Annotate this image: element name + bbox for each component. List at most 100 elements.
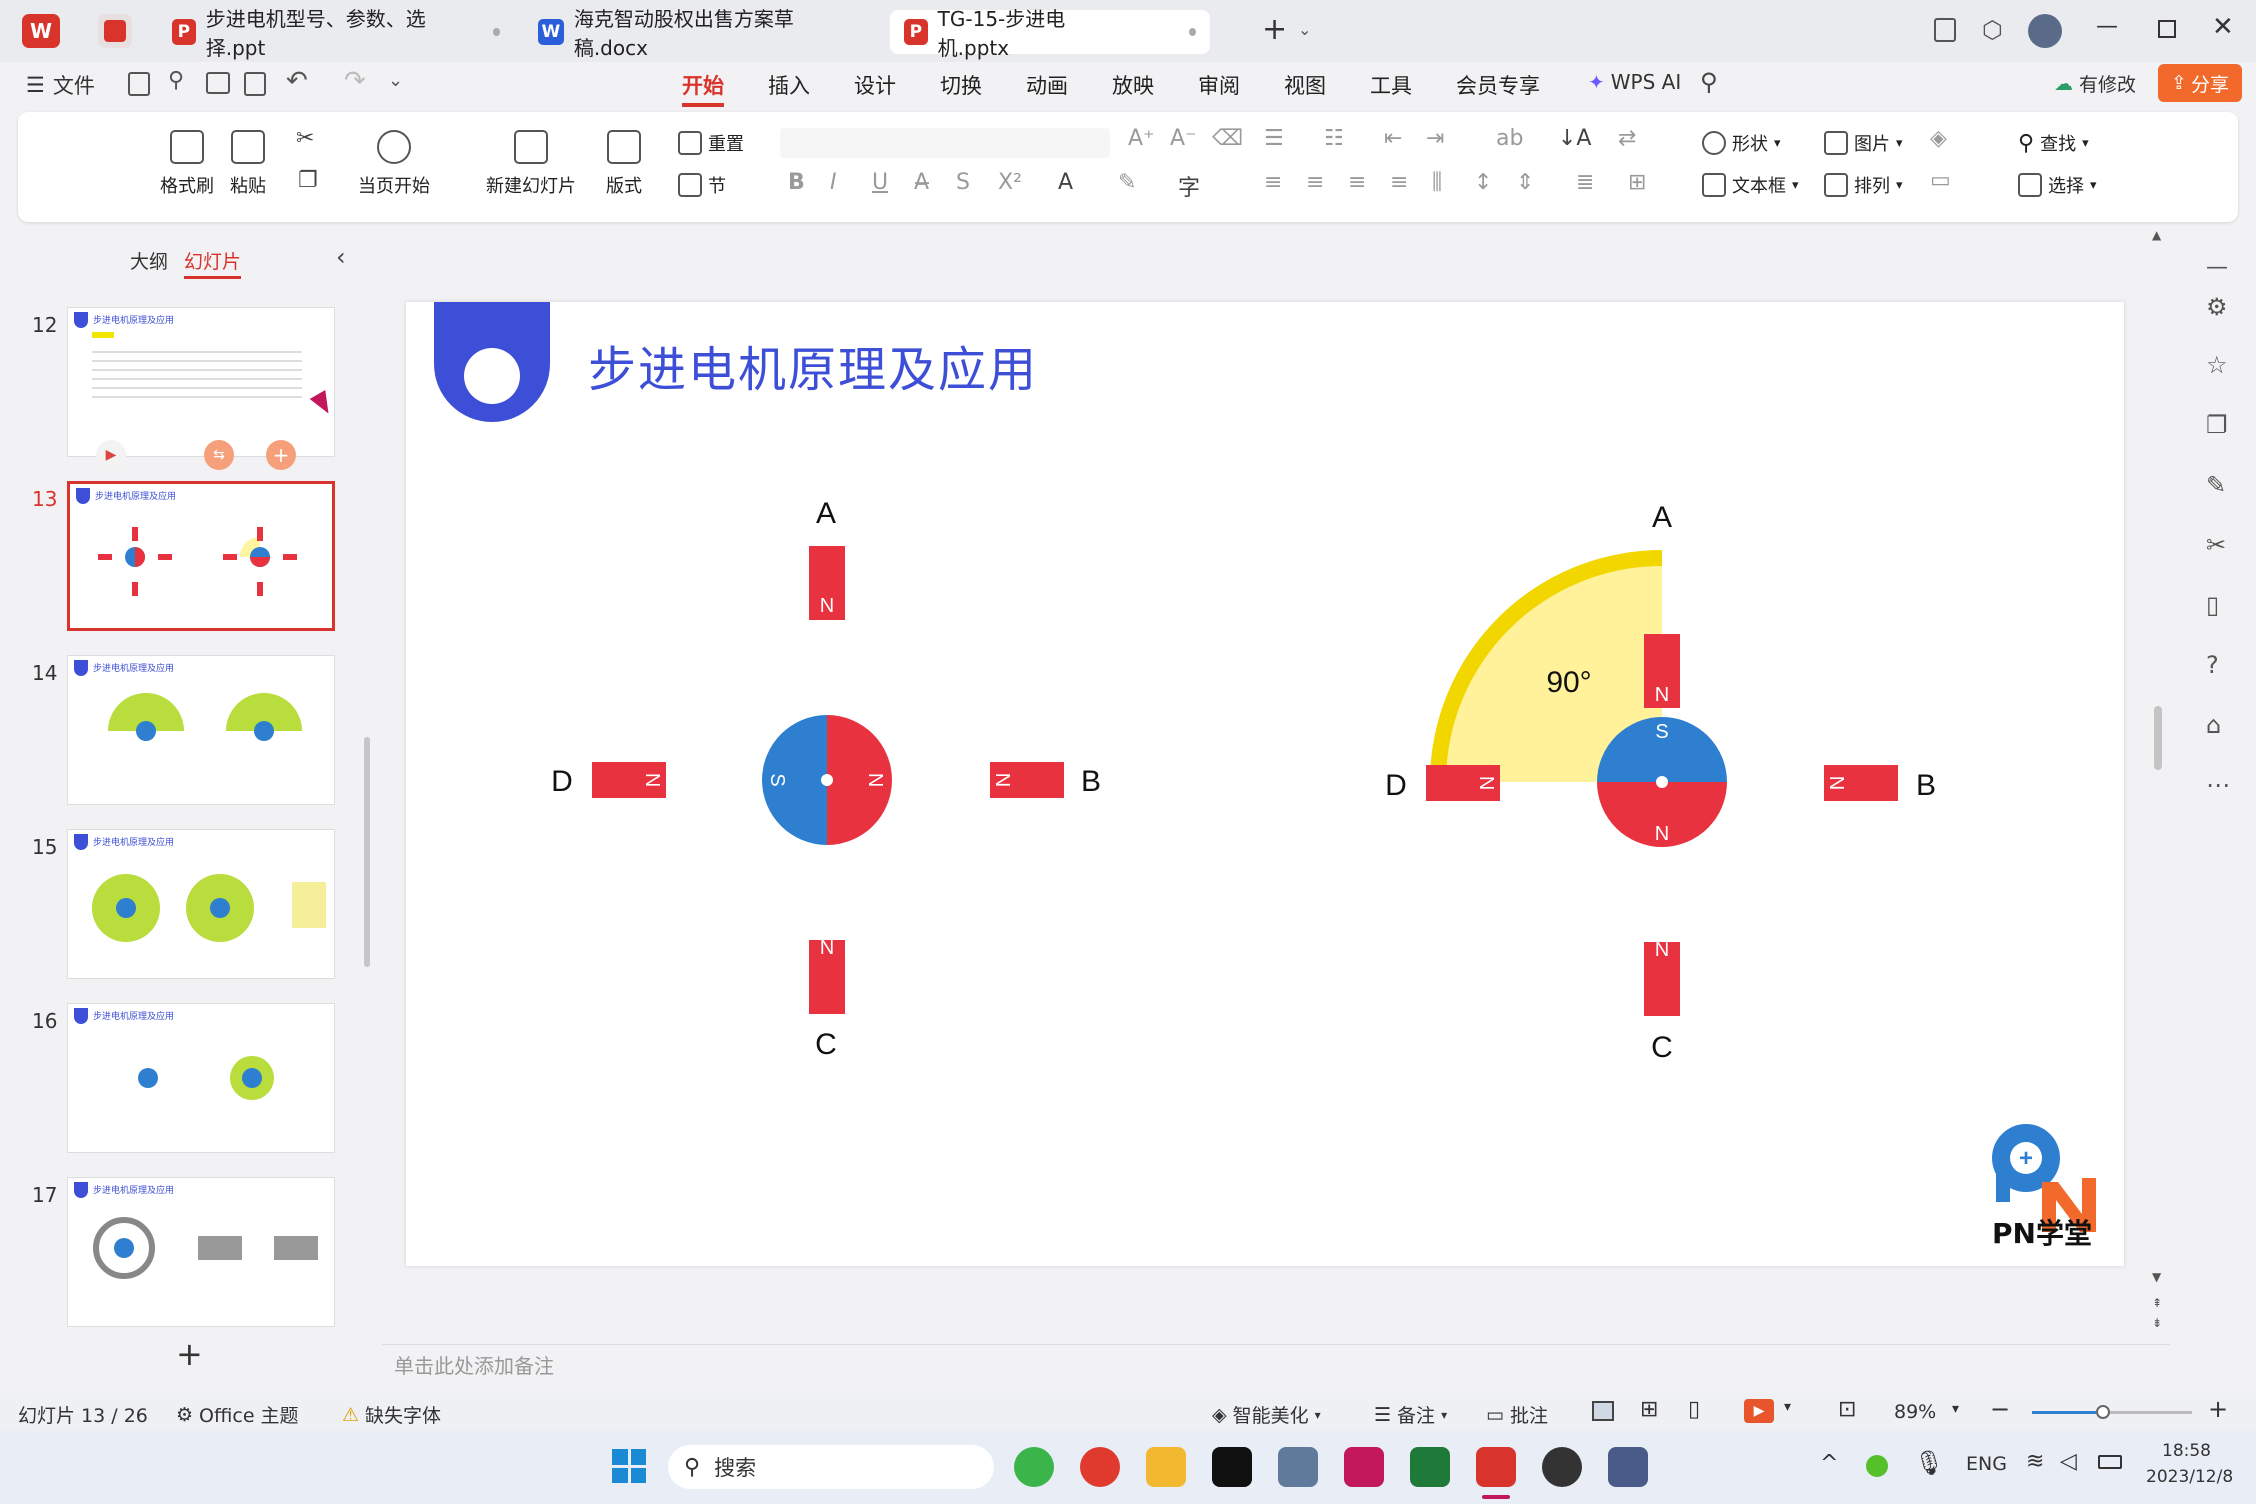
pdf-app-icon[interactable] — [98, 14, 132, 48]
wps-taskbar-icon[interactable] — [1476, 1447, 1516, 1487]
phonetic-icon[interactable]: 字 — [1178, 170, 1200, 202]
wps-ai-button[interactable]: ✦ WPS AI — [1588, 70, 1681, 94]
add-slide-button[interactable]: + — [176, 1335, 203, 1373]
capcut-icon[interactable] — [1212, 1447, 1252, 1487]
slides-tab[interactable]: 幻灯片 — [184, 247, 242, 279]
text-direction-icon[interactable]: ab — [1496, 126, 1523, 151]
redo-icon[interactable]: ↷ — [344, 66, 366, 96]
beautify-button[interactable]: ◈ 智能美化 ▾ — [1212, 1401, 1321, 1428]
tray-app-icon[interactable] — [1866, 1455, 1888, 1477]
thumbnail-slide-13[interactable]: 步进电机原理及应用 — [67, 481, 335, 631]
tab-ppt-params[interactable]: P 步进电机型号、参数、选择.ppt — [158, 7, 514, 60]
pen-icon[interactable]: ✎ — [2206, 471, 2226, 499]
next-slide-icon[interactable]: ⇟ — [2152, 1316, 2162, 1330]
scissors-icon[interactable]: ✂ — [296, 126, 314, 151]
menu-animation[interactable]: 动画 — [1026, 70, 1068, 100]
menu-transition[interactable]: 切换 — [940, 70, 982, 100]
more-chevron-icon[interactable]: ⌄ — [388, 70, 403, 91]
sort-icon[interactable]: ↓A — [1558, 126, 1591, 151]
numbered-list-icon[interactable]: ☷ — [1324, 126, 1344, 151]
tab-docx[interactable]: W 海克智动股权出售方案草稿.docx — [524, 7, 880, 60]
adjust-icon[interactable]: ⚙ — [2206, 293, 2228, 321]
font-color-icon[interactable]: A — [1058, 170, 1073, 195]
add-slide-icon[interactable]: + — [266, 440, 296, 470]
microphone-icon[interactable]: 🎙 — [1914, 1449, 1944, 1477]
app-red-icon[interactable] — [1080, 1447, 1120, 1487]
align-left-icon[interactable]: ≡ — [1264, 170, 1282, 195]
reset-button[interactable]: 重置 — [678, 130, 744, 156]
scroll-up-icon[interactable]: ▲ — [2152, 228, 2161, 242]
fill-icon[interactable]: ◈ — [1930, 126, 1947, 151]
notes-placeholder[interactable]: 单击此处添加备注 — [394, 1350, 554, 1379]
modified-status[interactable]: ☁ 有修改 — [2054, 70, 2136, 97]
arrange-button[interactable]: 排列 ▾ — [1824, 172, 1903, 198]
italic-icon[interactable]: I — [830, 170, 837, 195]
menu-view[interactable]: 视图 — [1284, 70, 1326, 100]
zoom-level[interactable]: 89% — [1894, 1401, 1936, 1423]
menu-home[interactable]: 开始 — [682, 70, 724, 107]
thumbnail-slide-16[interactable]: 步进电机原理及应用 — [67, 1003, 335, 1153]
clock-date[interactable]: 2023/12/8 — [2146, 1467, 2233, 1487]
zoom-slider-thumb[interactable] — [2096, 1405, 2110, 1419]
avatar[interactable] — [2028, 14, 2062, 48]
bullet-list-icon[interactable]: ☰ — [1264, 126, 1284, 151]
browser-icon[interactable] — [1014, 1447, 1054, 1487]
preview-icon[interactable] — [244, 72, 266, 96]
battery-icon[interactable] — [2098, 1455, 2122, 1469]
chevron-down-icon[interactable]: ▾ — [1952, 1401, 1959, 1417]
wifi-icon[interactable]: ≋ — [2026, 1449, 2044, 1474]
font-shrink-icon[interactable]: A⁻ — [1170, 126, 1197, 151]
align-center-icon[interactable]: ≡ — [1306, 170, 1324, 195]
zoom-slider[interactable] — [2032, 1405, 2192, 1419]
highlight-icon[interactable]: ✎ — [1118, 170, 1136, 195]
search-icon[interactable]: ⚲ — [1700, 68, 1718, 96]
menu-slideshow[interactable]: 放映 — [1112, 70, 1154, 100]
superscript-icon[interactable]: X² — [998, 170, 1022, 195]
menu-design[interactable]: 设计 — [854, 70, 896, 100]
thumbnail-slide-15[interactable]: 步进电机原理及应用 — [67, 829, 335, 979]
play-from-current-button[interactable]: 当页开始 — [358, 130, 430, 198]
theme-indicator[interactable]: ⚙ Office 主题 — [176, 1401, 299, 1428]
slide-canvas[interactable]: 步进电机原理及应用 A N N D N B N C S N 90° A N N … — [406, 302, 2124, 1266]
camera-icon[interactable] — [1278, 1447, 1318, 1487]
line-spacing-icon[interactable]: ↕ — [1474, 170, 1492, 195]
key-icon[interactable]: ⚲ — [168, 68, 184, 93]
file-explorer-icon[interactable] — [1146, 1447, 1186, 1487]
section-button[interactable]: 节 — [678, 172, 726, 198]
comment-toggle[interactable]: ▭ 批注 — [1486, 1401, 1548, 1428]
shirt-icon[interactable]: ⌂ — [2206, 711, 2221, 739]
windows-start-icon[interactable] — [612, 1449, 646, 1483]
collapse-chevron-icon[interactable]: ‹ — [336, 243, 346, 271]
menu-insert[interactable]: 插入 — [768, 70, 810, 100]
volume-icon[interactable]: ◁ — [2060, 1449, 2077, 1474]
tray-chevron-icon[interactable]: ^ — [1820, 1451, 1838, 1476]
normal-view-icon[interactable] — [1592, 1401, 1614, 1421]
book-icon[interactable]: ▯ — [2206, 591, 2219, 619]
tab-list-chevron-icon[interactable]: ⌄ — [1298, 20, 1311, 39]
copy-icon[interactable]: ❐ — [298, 168, 318, 193]
notes-toggle[interactable]: ☰ 备注 ▾ — [1374, 1401, 1447, 1428]
convert-icon[interactable]: ⇄ — [1618, 126, 1636, 151]
wps-logo-icon[interactable]: W — [22, 14, 60, 48]
para-spacing-icon[interactable]: ⇕ — [1516, 170, 1534, 195]
share-button[interactable]: ⇪ 分享 — [2158, 64, 2242, 102]
new-slide-button[interactable]: 新建幻灯片 — [486, 130, 576, 198]
restore-icon[interactable] — [2158, 20, 2176, 38]
more-icon[interactable]: ⋯ — [2206, 771, 2230, 799]
reading-view-icon[interactable]: ▯ — [1688, 1397, 1700, 1422]
strikethrough-icon[interactable]: A̶ — [914, 170, 929, 195]
select-button[interactable]: 选择 ▾ — [2018, 172, 2097, 198]
align-right-icon[interactable]: ≡ — [1348, 170, 1366, 195]
picture-button[interactable]: 图片 ▾ — [1824, 130, 1903, 156]
print-icon[interactable] — [206, 72, 230, 94]
play-icon[interactable]: ▶ — [96, 440, 126, 470]
prev-slide-icon[interactable]: ⇞ — [2152, 1296, 2162, 1310]
clock-time[interactable]: 18:58 — [2162, 1441, 2211, 1461]
outline-tab[interactable]: 大纲 — [130, 247, 168, 274]
thumbnail-slide-14[interactable]: 步进电机原理及应用 — [67, 655, 335, 805]
paste-button[interactable]: 粘贴 — [230, 130, 266, 198]
star-icon[interactable]: ☆ — [2206, 351, 2228, 379]
tab-pptx-active[interactable]: P TG-15-步进电机.pptx — [890, 7, 1210, 60]
chevron-down-icon[interactable]: ▾ — [1784, 1399, 1791, 1415]
slide-scrollbar-thumb[interactable] — [2154, 706, 2162, 770]
